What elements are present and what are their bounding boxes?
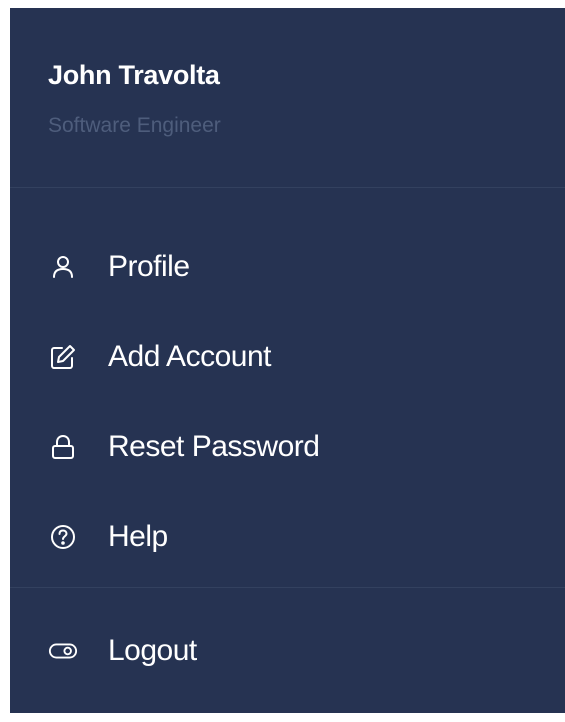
toggle-icon	[48, 636, 78, 666]
edit-icon	[48, 342, 78, 372]
user-icon	[48, 252, 78, 282]
menu-item-add-account[interactable]: Add Account	[48, 332, 271, 382]
logout-label: Logout	[108, 634, 197, 667]
user-dropdown-menu: John Travolta Software Engineer Profile …	[10, 8, 565, 713]
menu-item-label: Profile	[108, 250, 190, 283]
menu-item-reset-password[interactable]: Reset Password	[48, 422, 320, 472]
logout-button[interactable]: Logout	[48, 626, 197, 676]
help-circle-icon	[48, 522, 78, 552]
user-header: John Travolta Software Engineer	[10, 8, 565, 188]
menu-item-help[interactable]: Help	[48, 512, 168, 562]
menu-item-label: Help	[108, 520, 168, 553]
menu-item-label: Add Account	[108, 340, 271, 373]
lock-icon	[48, 432, 78, 462]
user-name: John Travolta	[48, 60, 220, 90]
menu-item-profile[interactable]: Profile	[48, 242, 190, 292]
menu-items: Profile Add Account Reset Password Help	[10, 188, 565, 588]
user-role: Software Engineer	[48, 114, 221, 137]
menu-item-label: Reset Password	[108, 430, 320, 463]
